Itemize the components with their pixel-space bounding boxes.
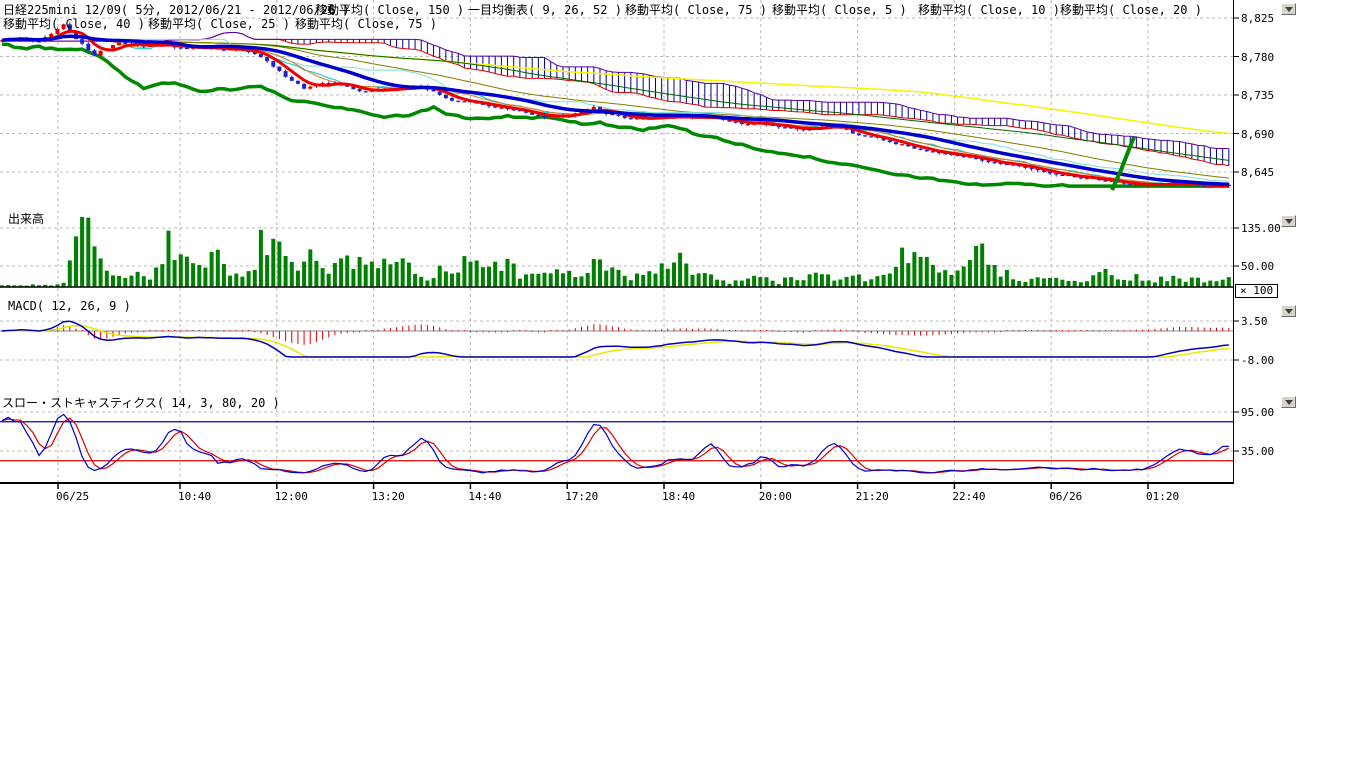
volume-scale-dropdown-button[interactable] bbox=[1281, 215, 1296, 227]
chevron-down-icon bbox=[1285, 400, 1293, 405]
macd-scale-dropdown-button[interactable] bbox=[1281, 305, 1296, 317]
chevron-down-icon bbox=[1285, 7, 1293, 12]
chart-window: 日経225mini 12/09( 5分, 2012/06/21 - 2012/0… bbox=[0, 0, 1366, 768]
stoch-scale-dropdown-button[interactable] bbox=[1281, 396, 1296, 408]
macd-panel-label: MACD( 12, 26, 9 ) bbox=[8, 299, 131, 313]
chart-canvas[interactable] bbox=[0, 0, 1366, 520]
chevron-down-icon bbox=[1285, 219, 1293, 224]
volume-multiplier-badge: × 100 bbox=[1235, 284, 1278, 298]
volume-panel-label: 出来高 bbox=[8, 210, 44, 227]
stoch-panel-label: スロー・ストキャスティクス( 14, 3, 80, 20 ) bbox=[2, 394, 280, 411]
price-scale-dropdown-button[interactable] bbox=[1281, 3, 1296, 15]
chevron-down-icon bbox=[1285, 309, 1293, 314]
